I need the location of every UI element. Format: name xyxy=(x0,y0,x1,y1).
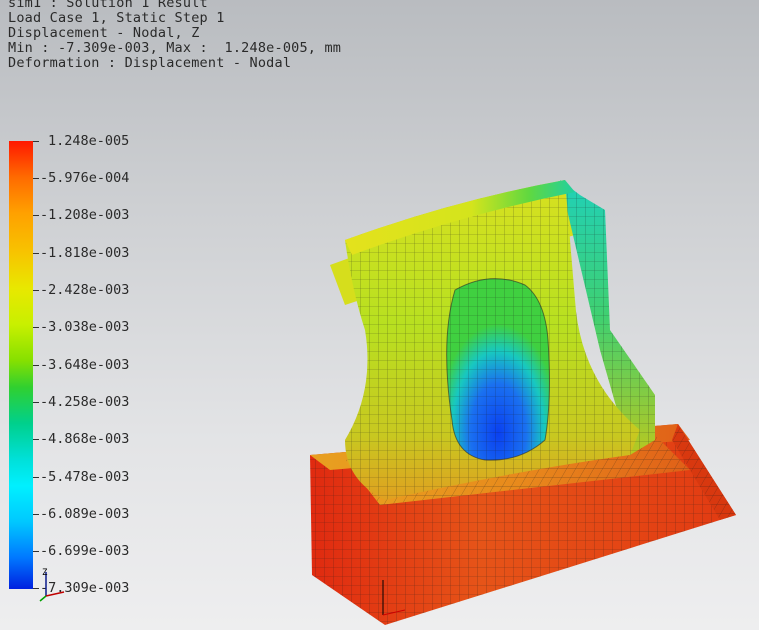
triad-x-axis xyxy=(45,591,65,597)
fea-model-viewport[interactable] xyxy=(0,0,759,630)
triad-y-axis xyxy=(39,595,47,602)
triad-z-label: Z xyxy=(42,568,48,578)
view-triad[interactable]: Z xyxy=(36,566,76,606)
upright-block xyxy=(330,180,655,500)
